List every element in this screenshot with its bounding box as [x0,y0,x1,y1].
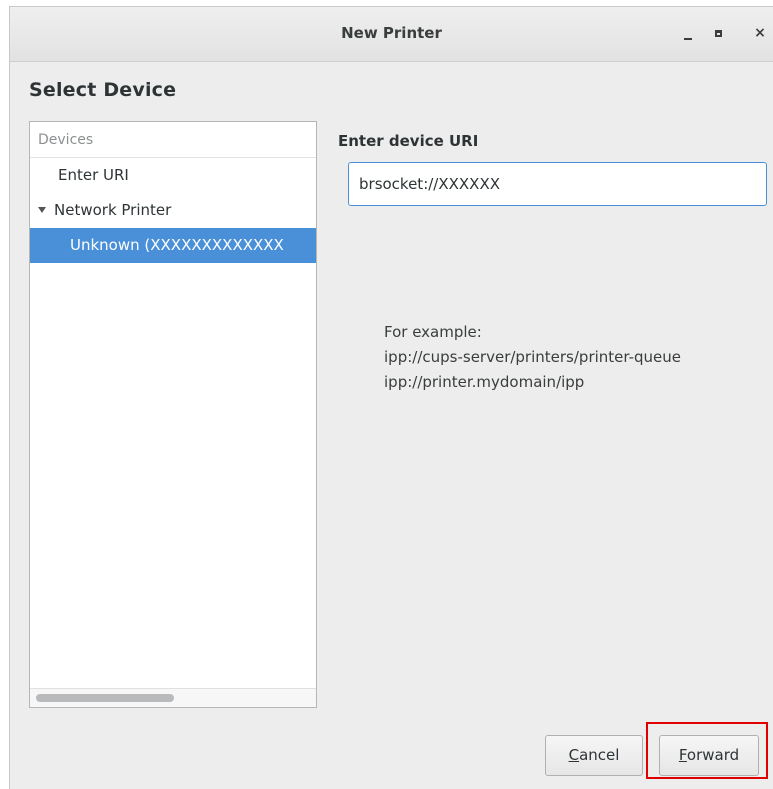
minimize-icon[interactable] [676,21,700,45]
example-line: ipp://printer.mydomain/ipp [384,373,585,391]
device-uri-input[interactable] [348,162,767,206]
device-uri-label: Enter device URI [338,132,479,150]
devices-column-header[interactable]: Devices [30,122,316,158]
maximize-icon[interactable] [706,21,730,45]
horizontal-scrollbar-thumb[interactable] [36,694,174,702]
device-item-network-printer[interactable]: Network Printer [30,193,316,228]
expander-triangle-icon[interactable] [38,206,46,213]
new-printer-dialog: New Printer × Select Device Devices Ente… [9,6,773,789]
cancel-label-rest: ancel [579,746,620,764]
device-item-label: Network Printer [54,201,172,219]
example-line: ipp://cups-server/printers/printer-queue [384,348,682,366]
uri-example-text: For example: ipp://cups-server/printers/… [384,320,681,395]
devices-list[interactable]: Devices Enter URI Network Printer Unknow… [29,121,317,708]
device-item-unknown[interactable]: Unknown (XXXXXXXXXXXXX [30,228,316,263]
horizontal-scrollbar-track[interactable] [30,688,316,707]
cancel-button[interactable]: Cancel [545,735,643,776]
device-item-enter-uri[interactable]: Enter URI [30,158,316,193]
title-bar[interactable]: New Printer × [10,7,773,62]
window-title: New Printer [341,24,442,42]
page-heading: Select Device [29,79,177,101]
close-icon[interactable]: × [748,21,772,45]
forward-highlight-box [646,722,768,779]
example-line: For example: [384,323,482,341]
cancel-mnemonic: C [568,746,580,764]
